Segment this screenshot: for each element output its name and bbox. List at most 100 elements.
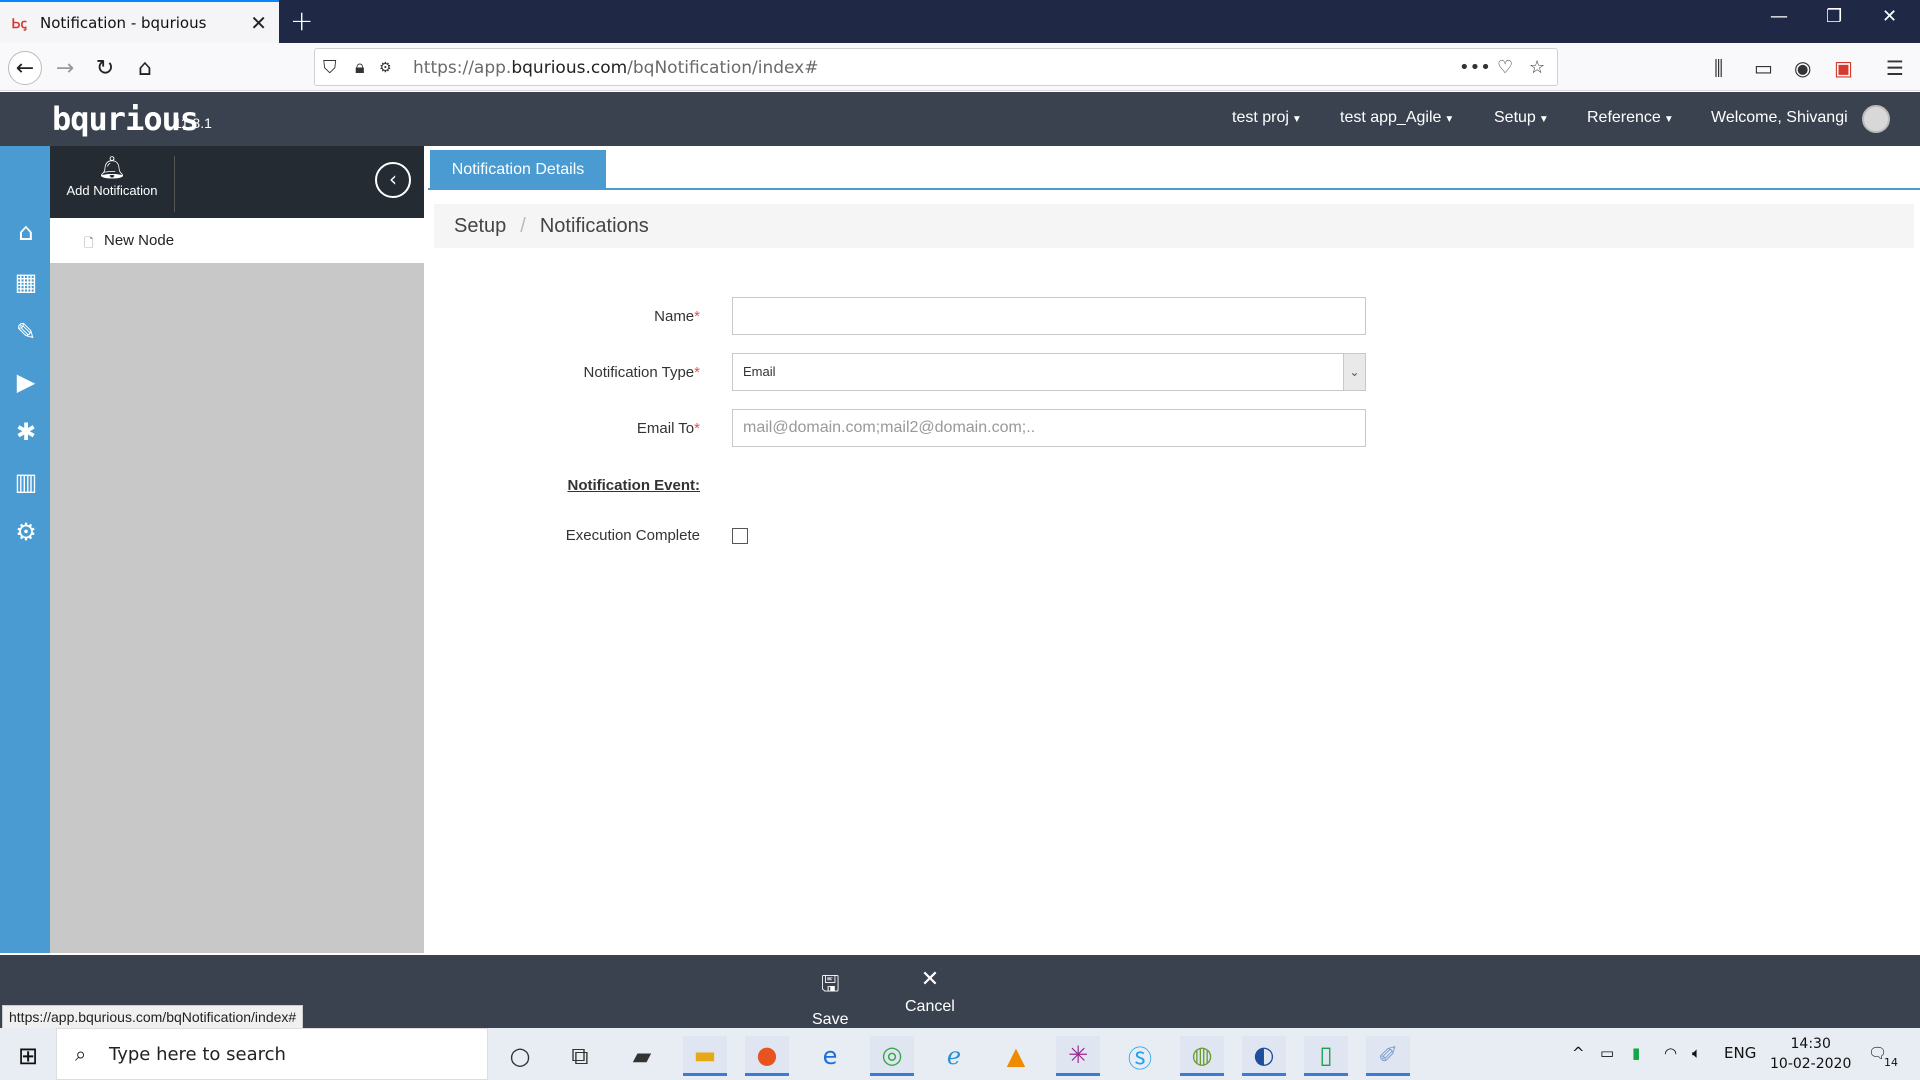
windows-start-icon[interactable]: ⊞ <box>18 1042 38 1070</box>
library-icon[interactable]: ⫼ <box>1714 56 1723 80</box>
tree-node[interactable]: 🗋 New Node <box>50 218 424 263</box>
firefox-icon[interactable]: ● <box>745 1036 789 1076</box>
url-text[interactable]: https://app.bqurious.com/bqNotification/… <box>413 58 819 78</box>
save-label: Save <box>812 1011 849 1028</box>
language-indicator[interactable]: ENG <box>1724 1044 1756 1062</box>
collapse-panel-button[interactable]: ‹ <box>375 162 411 198</box>
lock-icon[interactable]: 🔒︎ <box>355 57 365 78</box>
home-icon[interactable]: ⌂ <box>12 218 40 246</box>
app-icon[interactable]: ◐ <box>1242 1036 1286 1076</box>
left-nav-rail: ⌂ ▦ ✎ ▶ ✱ ▥ ⚙ <box>0 146 50 953</box>
paint-icon[interactable]: ✐ <box>1366 1036 1410 1076</box>
breadcrumb-separator: / <box>520 214 526 237</box>
name-field[interactable] <box>732 297 1366 335</box>
close-tab-icon[interactable]: ✕ <box>250 11 267 35</box>
email-to-field[interactable]: mail@domain.com;mail2@domain.com;.. <box>732 409 1366 447</box>
more-actions-icon[interactable]: ••• <box>1459 57 1491 78</box>
shield-icon[interactable]: ⛉ <box>323 57 337 78</box>
house-icon: ⌂ <box>138 55 152 81</box>
breadcrumb: Setup / Notifications <box>434 204 1914 248</box>
sidebar-icon[interactable]: ▭ <box>1754 56 1773 80</box>
tray-chevron-up-icon[interactable]: ^ <box>1572 1044 1585 1062</box>
phone-icon[interactable]: ▯ <box>1304 1036 1348 1076</box>
android-studio-icon[interactable]: ◍ <box>1180 1036 1224 1076</box>
bar-chart-icon[interactable]: ▥ <box>12 468 40 496</box>
restore-icon[interactable]: ❐ <box>1826 6 1842 27</box>
execution-complete-checkbox[interactable] <box>732 528 748 544</box>
calendar-icon[interactable]: ▦ <box>12 268 40 296</box>
cortana-icon[interactable]: ○ <box>498 1036 542 1076</box>
notification-count-badge: 14 <box>1884 1056 1898 1069</box>
permissions-icon[interactable]: ⚙ <box>379 60 392 76</box>
task-view-icon[interactable]: ⧉ <box>558 1036 602 1076</box>
search-icon: ⌕ <box>75 1042 87 1066</box>
hamburger-menu-icon[interactable]: ☰ <box>1886 56 1904 80</box>
skype-icon[interactable]: Ⓢ <box>1118 1036 1162 1076</box>
add-notification-button[interactable]: 🔔︎ Add Notification <box>50 156 174 198</box>
reload-button[interactable]: ↻ <box>88 51 122 85</box>
menu-application[interactable]: test app_Agile ▼ <box>1340 109 1454 127</box>
caret-down-icon: ▼ <box>1663 114 1674 125</box>
tree-panel: 🗋 New Node <box>50 218 424 953</box>
welcome-user[interactable]: Welcome, Shivangi <box>1711 109 1848 127</box>
status-url-tooltip: https://app.bqurious.com/bqNotification/… <box>2 1005 304 1029</box>
tab-notification-details[interactable]: Notification Details <box>430 150 606 190</box>
battery-icon[interactable]: ▭ <box>1600 1044 1614 1062</box>
sticky-notes-icon[interactable]: ▰ <box>620 1036 664 1076</box>
browser-tab-bar: Ꮟꞔ Notification - bqurious ✕ + — ❐ ✕ <box>0 0 1920 43</box>
close-window-icon[interactable]: ✕ <box>1882 6 1897 27</box>
slack-icon[interactable]: ✳ <box>1056 1036 1100 1076</box>
play-icon[interactable]: ▶ <box>12 368 40 396</box>
menu-reference[interactable]: Reference ▼ <box>1587 109 1674 127</box>
notification-type-select[interactable]: Email ⌄ <box>732 353 1366 391</box>
caret-down-icon: ▼ <box>1444 114 1455 125</box>
browser-nav-bar: ← → ↻ ⌂ ⛉ 🔒︎ ⚙ https://app.bqurious.com/… <box>0 43 1920 91</box>
new-tab-button[interactable]: + <box>290 4 313 37</box>
chrome-icon[interactable]: ◎ <box>870 1036 914 1076</box>
cancel-button[interactable]: ✕ Cancel <box>905 967 955 1016</box>
close-icon: ✕ <box>920 967 940 992</box>
edge-icon[interactable]: e <box>808 1036 852 1076</box>
minimize-icon[interactable]: — <box>1770 6 1788 27</box>
settings-icon[interactable]: ⚙ <box>12 518 40 546</box>
file-explorer-icon[interactable]: ▬ <box>683 1036 727 1076</box>
caret-down-icon: ▼ <box>1291 114 1302 125</box>
avatar[interactable] <box>1862 105 1890 133</box>
caret-down-icon: ▼ <box>1538 114 1549 125</box>
bell-icon: 🔔︎ <box>98 156 126 181</box>
pencil-icon[interactable]: ✎ <box>12 318 40 346</box>
taskbar-search[interactable]: ⌕ Type here to search <box>56 1028 488 1080</box>
chevron-down-icon[interactable]: ⌄ <box>1343 354 1365 390</box>
tab-strip: Notification Details <box>428 150 1920 190</box>
bug-icon[interactable]: ✱ <box>12 418 40 446</box>
save-button[interactable]: 🖫 Save <box>812 967 848 1029</box>
tab-title: Notification - bqurious <box>40 13 207 32</box>
back-button[interactable]: ← <box>8 51 42 85</box>
vlc-icon[interactable]: ▲ <box>994 1036 1038 1076</box>
volume-icon[interactable]: 🔈︎ <box>1692 1044 1701 1062</box>
floppy-disk-icon: 🖫 <box>820 972 840 997</box>
internet-explorer-icon[interactable]: ℯ <box>932 1036 976 1076</box>
home-button[interactable]: ⌂ <box>128 51 162 85</box>
pocket-icon[interactable]: ♡ <box>1497 57 1513 78</box>
chevron-left-icon: ‹ <box>389 167 397 191</box>
notification-type-value: Email <box>743 364 776 379</box>
menu-project[interactable]: test proj ▼ <box>1232 109 1302 127</box>
name-label: Name* <box>654 308 700 325</box>
url-bar[interactable]: ⛉ 🔒︎ ⚙ https://app.bqurious.com/bqNotifi… <box>314 48 1558 86</box>
tray-app-icon[interactable]: ▮ <box>1632 1044 1640 1062</box>
bqurious-favicon-icon: Ꮟꞔ <box>12 16 27 32</box>
menu-setup[interactable]: Setup ▼ <box>1494 109 1549 127</box>
wifi-icon[interactable]: ◠ <box>1664 1044 1677 1062</box>
breadcrumb-setup[interactable]: Setup <box>454 215 506 238</box>
clock[interactable]: 14:30 10-02-2020 <box>1770 1034 1851 1074</box>
email-to-label: Email To* <box>636 420 700 437</box>
forward-button[interactable]: → <box>48 51 82 85</box>
bookmark-star-icon[interactable]: ☆ <box>1529 57 1545 78</box>
document-icon: 🗋 <box>84 236 94 250</box>
add-notification-label: Add Notification <box>66 183 158 198</box>
browser-tab[interactable]: Ꮟꞔ Notification - bqurious ✕ <box>0 0 279 43</box>
account-icon[interactable]: ◉ <box>1794 56 1811 80</box>
extension-icon[interactable]: ▣ <box>1834 56 1853 80</box>
app-version: 11.8.1 <box>174 115 212 131</box>
